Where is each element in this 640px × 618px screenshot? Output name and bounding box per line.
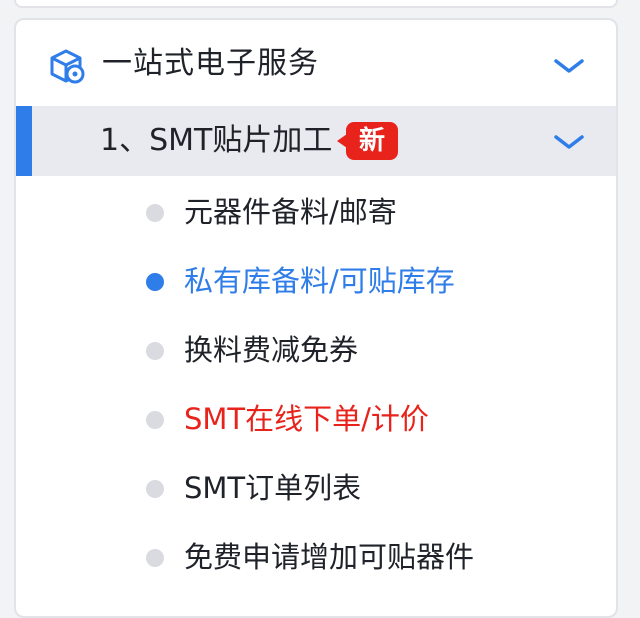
menu-item-label: SMT在线下单/计价: [184, 402, 429, 436]
menu-item-request-add-parts[interactable]: 免费申请增加可贴器件: [16, 527, 616, 587]
active-indicator-bar: [16, 106, 32, 176]
menu-item-label: SMT订单列表: [184, 471, 362, 505]
menu-item-smt-online-order[interactable]: SMT在线下单/计价: [16, 389, 616, 449]
menu-item-label: 换料费减免券: [184, 333, 359, 367]
package-gear-icon: [50, 49, 85, 84]
bullet-dot: [146, 204, 164, 222]
bullet-dot-active: [146, 273, 164, 291]
chevron-down-icon[interactable]: [552, 132, 586, 152]
menu-item-private-library-stock[interactable]: 私有库备料/可贴库存: [16, 251, 616, 311]
subsection-title: 1、SMT贴片加工: [100, 123, 333, 158]
chevron-down-icon[interactable]: [552, 56, 586, 76]
menu-item-smt-order-list[interactable]: SMT订单列表: [16, 458, 616, 518]
new-badge: 新: [337, 122, 398, 160]
bullet-dot: [146, 411, 164, 429]
menu-item-label: 元器件备料/邮寄: [184, 195, 397, 229]
menu-item-material-change-coupon[interactable]: 换料费减免券: [16, 320, 616, 380]
bullet-dot: [146, 480, 164, 498]
section-title: 一站式电子服务: [102, 46, 319, 81]
previous-panel-edge: [14, 0, 618, 8]
menu-item-label: 私有库备料/可贴库存: [184, 264, 455, 298]
bullet-dot: [146, 549, 164, 567]
section-header-one-stop-electronics[interactable]: 一站式电子服务: [16, 20, 616, 106]
menu-item-label: 免费申请增加可贴器件: [184, 540, 475, 574]
bullet-dot: [146, 342, 164, 360]
subsection-header-smt[interactable]: 1、SMT贴片加工 新: [16, 106, 616, 176]
sidebar-menu-panel: 一站式电子服务 1、SMT贴片加工 新 元器件备料/邮寄 私有库备料/可贴库存 …: [14, 18, 618, 618]
menu-item-component-stock-mail[interactable]: 元器件备料/邮寄: [16, 182, 616, 242]
